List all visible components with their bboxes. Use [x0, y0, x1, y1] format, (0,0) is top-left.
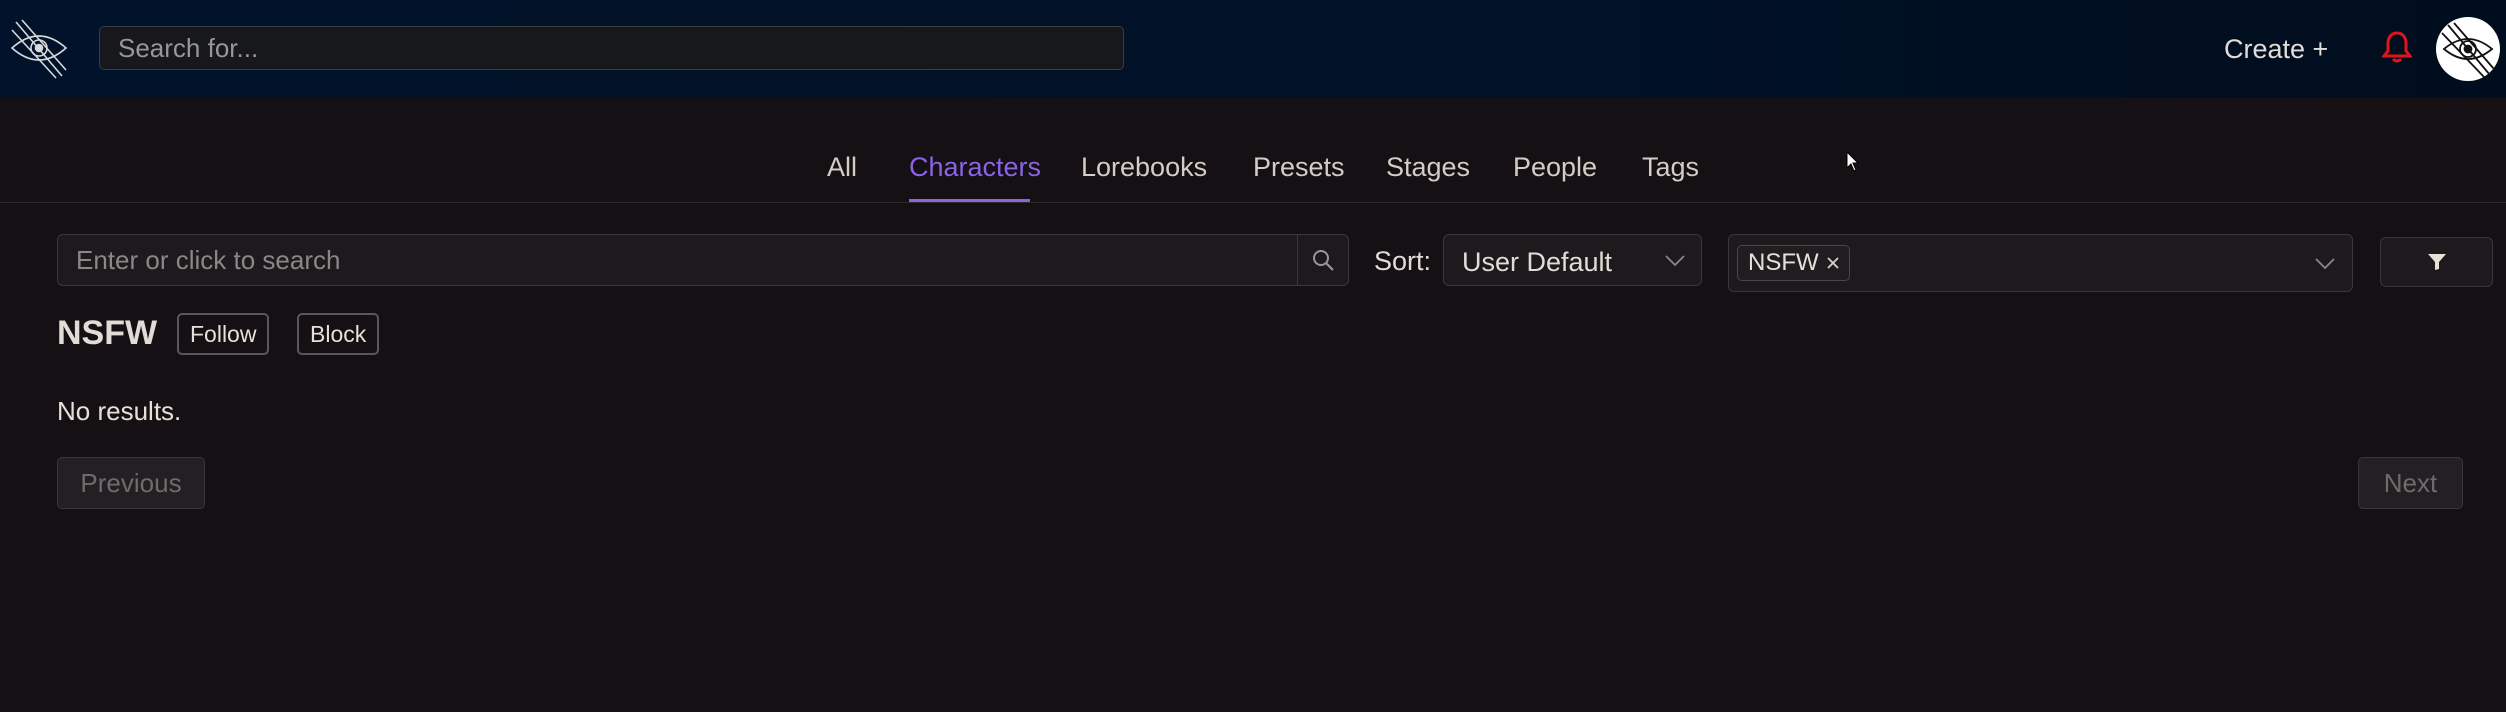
next-page-button[interactable]: Next: [2358, 457, 2463, 509]
tab-tags[interactable]: Tags: [1642, 150, 1699, 184]
advanced-filter-button[interactable]: [2380, 237, 2493, 287]
chevron-down-icon: [2315, 258, 2335, 270]
chevron-down-icon: [1665, 255, 1685, 267]
sort-dropdown[interactable]: User Default: [1443, 234, 1702, 286]
follow-button[interactable]: Follow: [177, 313, 270, 355]
block-button[interactable]: Block: [297, 313, 380, 355]
create-button[interactable]: Create +: [2224, 28, 2328, 70]
tab-people[interactable]: People: [1513, 150, 1597, 184]
tag-chip: NSFW: [1737, 245, 1850, 281]
active-tab-indicator: [909, 199, 1030, 202]
tab-presets[interactable]: Presets: [1253, 150, 1345, 184]
tag-page-title: NSFW: [57, 314, 158, 352]
user-avatar[interactable]: [2436, 17, 2500, 81]
search-button[interactable]: [1297, 234, 1349, 286]
content-type-tabs: All Characters Lorebooks Presets Stages …: [0, 98, 2506, 203]
bell-icon[interactable]: [2382, 30, 2412, 64]
mouse-cursor-icon: [1846, 151, 1860, 172]
tab-lorebooks[interactable]: Lorebooks: [1081, 150, 1207, 184]
tab-stages[interactable]: Stages: [1386, 150, 1470, 184]
search-icon: [1313, 250, 1334, 271]
previous-page-button[interactable]: Previous: [57, 457, 205, 509]
character-search-input[interactable]: [57, 234, 1298, 286]
tag-chip-label: NSFW: [1748, 249, 1819, 276]
global-search-input[interactable]: [99, 26, 1124, 70]
empty-results-message: No results.: [57, 396, 182, 426]
filter-funnel-icon: [2427, 254, 2446, 270]
eye-logo-icon[interactable]: [8, 18, 70, 80]
avatar-eye-icon: [2441, 22, 2495, 78]
tab-characters[interactable]: Characters: [909, 150, 1041, 184]
tab-all[interactable]: All: [827, 150, 857, 184]
sort-selected-value: User Default: [1462, 247, 1613, 277]
tag-filter-select[interactable]: NSFW: [1728, 234, 2353, 292]
close-icon[interactable]: [1825, 255, 1841, 271]
sort-label: Sort:: [1374, 246, 1432, 276]
top-navbar: Create +: [0, 0, 2506, 98]
